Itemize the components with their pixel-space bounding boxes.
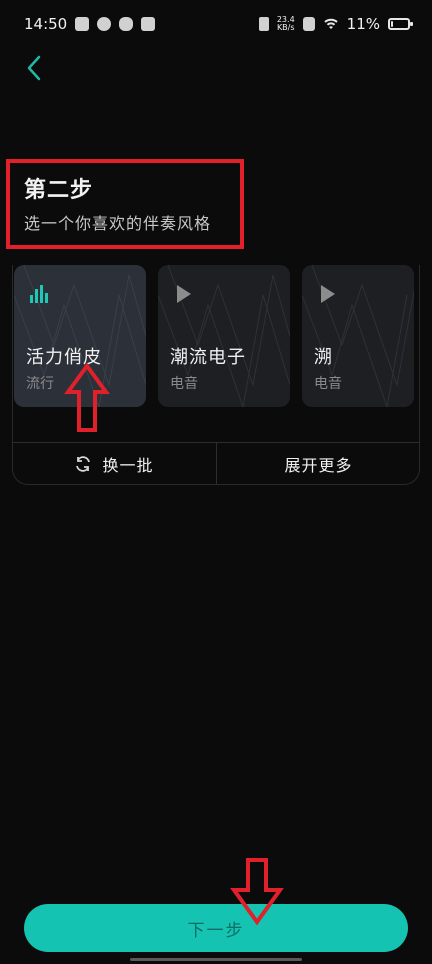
style-card-3-genre: 电音 bbox=[314, 376, 342, 392]
refresh-label: 换一批 bbox=[102, 456, 154, 475]
status-left: 14:50 bbox=[24, 15, 156, 33]
style-card-3[interactable]: 溯 电音 bbox=[302, 265, 414, 407]
style-card-1-genre: 流行 bbox=[26, 376, 54, 392]
style-card-2[interactable]: 潮流电子 电音 bbox=[158, 265, 290, 407]
status-time: 14:50 bbox=[24, 15, 68, 33]
refresh-button[interactable]: 换一批 bbox=[12, 443, 216, 485]
app-icon bbox=[97, 17, 112, 31]
chevron-left-icon bbox=[27, 55, 41, 81]
back-button[interactable] bbox=[18, 52, 50, 84]
style-card-3-name: 溯 bbox=[314, 347, 333, 368]
expand-more-label: 展开更多 bbox=[284, 456, 353, 475]
equalizer-icon bbox=[28, 283, 50, 305]
expand-more-button[interactable]: 展开更多 bbox=[217, 443, 420, 485]
sim-icon bbox=[302, 17, 315, 31]
status-right: 23.4 KB/s 11% bbox=[258, 15, 413, 33]
play-icon bbox=[316, 283, 338, 305]
vibrate-icon bbox=[258, 17, 269, 31]
style-card-2-name: 潮流电子 bbox=[170, 347, 246, 368]
step-subtitle: 选一个你喜欢的伴奏风格 bbox=[24, 214, 212, 233]
next-step-button[interactable]: 下一步 bbox=[24, 904, 408, 952]
calendar-icon bbox=[141, 17, 156, 31]
notification-icon bbox=[75, 17, 90, 31]
refresh-icon bbox=[76, 456, 91, 472]
battery-fill bbox=[391, 21, 393, 27]
game-icon bbox=[119, 17, 134, 31]
battery-percent: 11% bbox=[346, 15, 380, 33]
play-icon bbox=[172, 283, 194, 305]
status-bar: 14:50 23.4 KB/s 11% bbox=[0, 0, 432, 48]
battery-icon bbox=[388, 18, 413, 30]
annotation-arrow-down bbox=[230, 858, 284, 926]
home-indicator bbox=[130, 958, 302, 961]
step-title: 第二步 bbox=[24, 178, 94, 203]
network-speed: 23.4 KB/s bbox=[276, 15, 295, 32]
wifi-icon bbox=[323, 18, 338, 29]
annotation-arrow-up bbox=[64, 362, 110, 432]
style-card-2-genre: 电音 bbox=[170, 376, 198, 392]
